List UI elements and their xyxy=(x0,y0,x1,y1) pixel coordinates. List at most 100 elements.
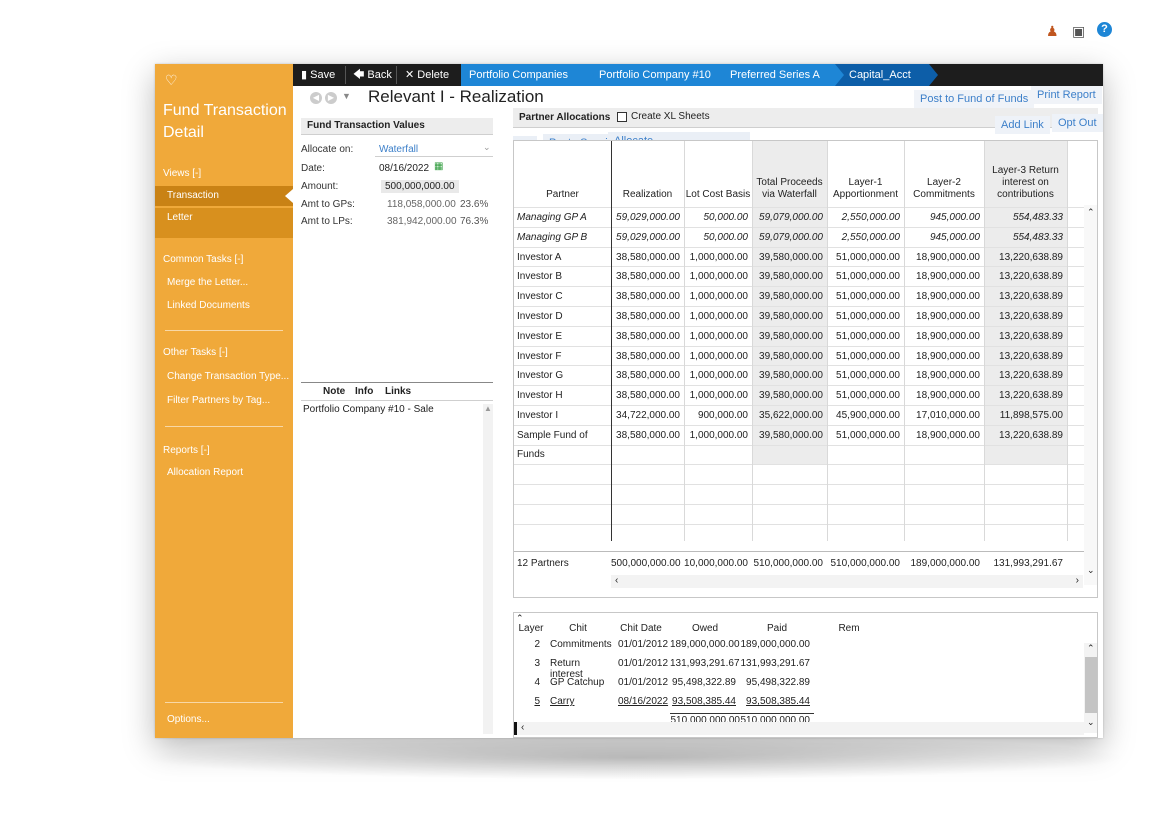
value-cell[interactable]: 39,580,000.00 xyxy=(752,366,827,385)
vertical-scrollbar[interactable]: ⌃ ⌄ xyxy=(1084,205,1097,585)
help-icon[interactable]: ? xyxy=(1097,22,1112,37)
value-cell[interactable]: 1,000,000.00 xyxy=(684,426,752,445)
sidebar-item-change-type[interactable]: Change Transaction Type... xyxy=(155,367,293,387)
column-header-total-proceeds[interactable]: Total Proceeds via Waterfall xyxy=(752,141,827,205)
value-cell[interactable]: 1,000,000.00 xyxy=(684,386,752,405)
person-icon[interactable]: ♟ xyxy=(1046,23,1059,40)
reports-header[interactable]: Reports [-] xyxy=(163,445,210,456)
value-cell[interactable]: 35,622,000.00 xyxy=(752,406,827,425)
value-cell[interactable]: 39,580,000.00 xyxy=(752,307,827,326)
value-cell[interactable]: 2,550,000.00 xyxy=(827,228,904,247)
calendar-icon[interactable]: ▦ xyxy=(434,161,443,172)
value-cell[interactable]: 13,220,638.89 xyxy=(984,287,1067,306)
value-cell[interactable]: 51,000,000.00 xyxy=(827,307,904,326)
chit-column-layer[interactable]: Layer xyxy=(518,623,544,634)
camera-icon[interactable]: ▣ xyxy=(1072,23,1085,40)
partner-name-cell[interactable]: Managing GP B xyxy=(514,228,611,247)
value-cell[interactable]: 38,580,000.00 xyxy=(611,426,684,445)
print-report-button[interactable]: Print Report xyxy=(1031,86,1102,104)
value-cell[interactable]: 13,220,638.89 xyxy=(984,426,1067,445)
value-cell[interactable]: 1,000,000.00 xyxy=(684,287,752,306)
value-cell[interactable]: 50,000.00 xyxy=(684,208,752,227)
value-cell[interactable]: 1,000,000.00 xyxy=(684,327,752,346)
value-cell[interactable]: 2,550,000.00 xyxy=(827,208,904,227)
value-cell[interactable]: 51,000,000.00 xyxy=(827,267,904,286)
scroll-up-icon[interactable]: ▲ xyxy=(483,404,493,413)
value-cell[interactable]: 38,580,000.00 xyxy=(611,287,684,306)
value-cell[interactable]: 13,220,638.89 xyxy=(984,307,1067,326)
save-button[interactable]: ▮ Save xyxy=(295,64,341,86)
partner-name-cell[interactable]: Sample Fund of Funds xyxy=(514,426,611,460)
value-cell[interactable]: 39,580,000.00 xyxy=(752,287,827,306)
chit-column-date[interactable]: Chit Date xyxy=(612,623,670,634)
chit-cell[interactable]: 01/01/2012 xyxy=(612,658,670,669)
value-cell[interactable]: 13,220,638.89 xyxy=(984,386,1067,405)
table-row[interactable]: Sample Fund of Funds 38,580,000.00 1,000,0… xyxy=(514,424,1084,460)
sidebar-item-transaction[interactable]: Transaction xyxy=(155,186,293,206)
value-cell[interactable]: 38,580,000.00 xyxy=(611,347,684,366)
value-cell[interactable]: 59,079,000.00 xyxy=(752,228,827,247)
partner-name-cell[interactable]: Investor F xyxy=(514,347,611,366)
chit-cell[interactable]: 131,993,291.67 xyxy=(740,658,814,669)
nav-dropdown-icon[interactable]: ▼ xyxy=(342,91,351,101)
value-cell[interactable]: 18,900,000.00 xyxy=(904,248,984,267)
partner-name-cell[interactable]: Investor E xyxy=(514,327,611,346)
value-cell[interactable]: 18,900,000.00 xyxy=(904,307,984,326)
value-cell[interactable]: 38,580,000.00 xyxy=(611,386,684,405)
chit-cell[interactable]: 3 xyxy=(518,658,544,669)
value-cell[interactable]: 18,900,000.00 xyxy=(904,347,984,366)
value-cell[interactable]: 18,900,000.00 xyxy=(904,386,984,405)
scroll-thumb[interactable] xyxy=(1085,657,1097,713)
value-cell[interactable]: 39,580,000.00 xyxy=(752,386,827,405)
value-cell[interactable]: 1,000,000.00 xyxy=(684,248,752,267)
chit-cell[interactable]: 01/01/2012 xyxy=(612,677,670,688)
value-cell[interactable]: 11,898,575.00 xyxy=(984,406,1067,425)
value-cell[interactable]: 39,580,000.00 xyxy=(752,426,827,445)
value-cell[interactable]: 38,580,000.00 xyxy=(611,327,684,346)
breadcrumb-portfolio-company-10[interactable]: Portfolio Company #10 xyxy=(585,64,725,86)
value-cell[interactable]: 51,000,000.00 xyxy=(827,426,904,445)
value-cell[interactable]: 945,000.00 xyxy=(904,208,984,227)
table-row[interactable]: Investor C 38,580,000.00 1,000,000.00 39,58… xyxy=(514,286,1084,305)
chevron-down-icon[interactable]: ⌄ xyxy=(483,142,491,153)
delete-button[interactable]: ✕ Delete xyxy=(399,64,455,86)
breadcrumb-preferred-series-a[interactable]: Preferred Series A xyxy=(716,64,844,86)
value-cell[interactable]: 13,220,638.89 xyxy=(984,327,1067,346)
value-cell[interactable]: 13,220,638.89 xyxy=(984,347,1067,366)
value-cell[interactable]: 34,722,000.00 xyxy=(611,406,684,425)
chit-column-paid[interactable]: Paid xyxy=(740,623,814,634)
table-row[interactable]: Managing GP B 59,029,000.00 50,000.00 59,07… xyxy=(514,226,1084,247)
chit-cell[interactable]: 01/01/2012 xyxy=(612,639,670,650)
create-xl-checkbox[interactable] xyxy=(617,112,627,122)
value-cell[interactable]: 17,010,000.00 xyxy=(904,406,984,425)
partner-name-cell[interactable]: Investor A xyxy=(514,248,611,267)
partner-name-cell[interactable]: Investor H xyxy=(514,386,611,405)
column-header-layer-3[interactable]: Layer-3 Return interest on contributions xyxy=(984,141,1067,205)
scroll-left-icon[interactable]: ‹ xyxy=(521,722,524,733)
chit-cell[interactable]: GP Catchup xyxy=(544,677,612,688)
allocate-on-select[interactable]: Waterfall xyxy=(379,144,418,155)
horizontal-scrollbar[interactable]: ‹ › xyxy=(611,575,1083,588)
value-cell[interactable]: 59,029,000.00 xyxy=(611,228,684,247)
value-cell[interactable]: 51,000,000.00 xyxy=(827,366,904,385)
chit-cell[interactable]: 189,000,000.00 xyxy=(670,639,740,650)
breadcrumb-portfolio-companies[interactable]: Portfolio Companies xyxy=(461,64,594,86)
table-row[interactable]: Investor A 38,580,000.00 1,000,000.00 39,58… xyxy=(514,246,1084,267)
table-row[interactable]: Investor I 34,722,000.00 900,000.00 35,622,… xyxy=(514,405,1084,424)
chit-column-chit[interactable]: Chit xyxy=(544,623,612,634)
tab-links[interactable]: Links xyxy=(385,386,411,397)
value-cell[interactable]: 38,580,000.00 xyxy=(611,267,684,286)
value-cell[interactable]: 1,000,000.00 xyxy=(684,307,752,326)
value-cell[interactable]: 45,900,000.00 xyxy=(827,406,904,425)
chit-cell[interactable]: 08/16/2022 xyxy=(612,696,670,707)
table-row[interactable]: Investor G 38,580,000.00 1,000,000.00 39,58… xyxy=(514,365,1084,384)
sidebar-item-allocation-report[interactable]: Allocation Report xyxy=(155,463,293,483)
notes-scrollbar[interactable]: ▲ xyxy=(483,404,493,734)
value-cell[interactable]: 38,580,000.00 xyxy=(611,366,684,385)
value-cell[interactable]: 59,029,000.00 xyxy=(611,208,684,227)
partner-name-cell[interactable]: Investor I xyxy=(514,406,611,425)
value-cell[interactable]: 13,220,638.89 xyxy=(984,267,1067,286)
views-header[interactable]: Views [-] xyxy=(163,168,201,179)
scroll-left-icon[interactable]: ‹ xyxy=(615,575,618,586)
value-cell[interactable]: 39,580,000.00 xyxy=(752,327,827,346)
